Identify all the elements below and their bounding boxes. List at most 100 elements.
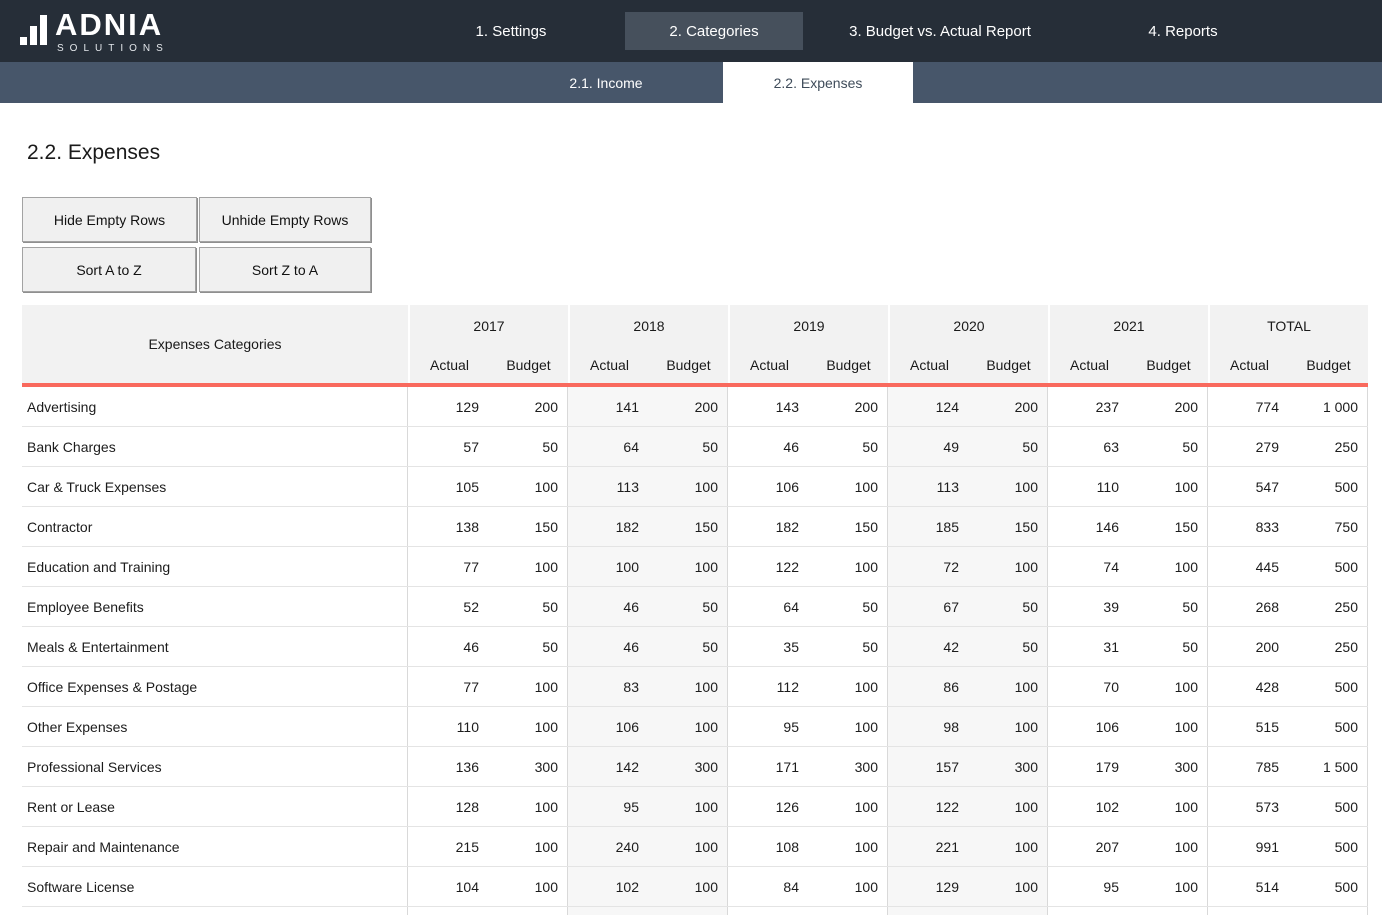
budget-value-cell[interactable]: 100 (488, 547, 568, 586)
actual-value-cell[interactable]: 129 (888, 867, 968, 906)
budget-value-cell[interactable]: 50 (808, 587, 888, 626)
actual-value-cell[interactable]: 95 (568, 787, 648, 826)
budget-value-cell[interactable]: 250 (1288, 587, 1368, 626)
actual-value-cell[interactable]: 129 (408, 387, 488, 426)
budget-value-cell[interactable]: 50 (1128, 587, 1208, 626)
actual-value-cell[interactable]: 122 (888, 787, 968, 826)
budget-value-cell[interactable]: 50 (648, 587, 728, 626)
actual-value-cell[interactable]: 100 (568, 547, 648, 586)
category-cell[interactable]: Professional Services (22, 747, 408, 786)
budget-value-cell[interactable]: 300 (808, 747, 888, 786)
actual-value-cell[interactable]: 46 (728, 427, 808, 466)
budget-value-cell[interactable]: 500 (1288, 867, 1368, 906)
actual-value-cell[interactable]: 215 (408, 827, 488, 866)
budget-value-cell[interactable] (1128, 907, 1208, 915)
actual-value-cell[interactable]: 110 (408, 707, 488, 746)
actual-value-cell[interactable]: 124 (888, 387, 968, 426)
actual-value-cell[interactable] (888, 907, 968, 915)
budget-value-cell[interactable]: 50 (1128, 627, 1208, 666)
budget-value-cell[interactable]: 50 (968, 627, 1048, 666)
actual-value-cell[interactable]: 146 (1048, 507, 1128, 546)
budget-value-cell[interactable]: 50 (488, 427, 568, 466)
budget-value-cell[interactable]: 100 (648, 547, 728, 586)
budget-value-cell[interactable]: 100 (648, 787, 728, 826)
actual-value-cell[interactable]: 833 (1208, 507, 1288, 546)
actual-value-cell[interactable]: 136 (408, 747, 488, 786)
budget-value-cell[interactable] (1288, 907, 1368, 915)
actual-value-cell[interactable]: 83 (568, 667, 648, 706)
budget-value-cell[interactable]: 100 (1128, 667, 1208, 706)
sort-a-to-z-button[interactable]: Sort A to Z (22, 247, 196, 292)
tab-categories[interactable]: 2. Categories (625, 12, 803, 50)
actual-value-cell[interactable]: 200 (1208, 627, 1288, 666)
actual-value-cell[interactable]: 182 (568, 507, 648, 546)
actual-value-cell[interactable] (568, 907, 648, 915)
actual-value-cell[interactable]: 774 (1208, 387, 1288, 426)
actual-value-cell[interactable]: 64 (728, 587, 808, 626)
tab-settings[interactable]: 1. Settings (421, 0, 601, 62)
budget-value-cell[interactable]: 100 (648, 667, 728, 706)
budget-value-cell[interactable]: 100 (1128, 787, 1208, 826)
actual-value-cell[interactable]: 268 (1208, 587, 1288, 626)
actual-value-cell[interactable]: 84 (728, 867, 808, 906)
actual-value-cell[interactable]: 279 (1208, 427, 1288, 466)
budget-value-cell[interactable] (808, 907, 888, 915)
actual-value-cell[interactable]: 72 (888, 547, 968, 586)
actual-value-cell[interactable]: 104 (408, 867, 488, 906)
actual-value-cell[interactable]: 122 (728, 547, 808, 586)
budget-value-cell[interactable]: 100 (488, 467, 568, 506)
budget-value-cell[interactable]: 100 (808, 547, 888, 586)
actual-value-cell[interactable]: 514 (1208, 867, 1288, 906)
budget-value-cell[interactable]: 100 (968, 667, 1048, 706)
actual-value-cell[interactable]: 102 (568, 867, 648, 906)
actual-value-cell[interactable]: 785 (1208, 747, 1288, 786)
unhide-empty-rows-button[interactable]: Unhide Empty Rows (199, 197, 371, 242)
category-cell[interactable]: Contractor (22, 507, 408, 546)
actual-value-cell[interactable] (408, 907, 488, 915)
category-cell[interactable]: Repair and Maintenance (22, 827, 408, 866)
category-cell[interactable]: Software License (22, 867, 408, 906)
budget-value-cell[interactable]: 100 (808, 867, 888, 906)
budget-value-cell[interactable]: 100 (968, 827, 1048, 866)
actual-value-cell[interactable]: 128 (408, 787, 488, 826)
actual-value-cell[interactable]: 95 (1048, 867, 1128, 906)
actual-value-cell[interactable]: 98 (888, 707, 968, 746)
budget-value-cell[interactable] (648, 907, 728, 915)
budget-value-cell[interactable]: 1 000 (1288, 387, 1368, 426)
budget-value-cell[interactable]: 100 (968, 467, 1048, 506)
budget-value-cell[interactable]: 100 (808, 707, 888, 746)
actual-value-cell[interactable]: 547 (1208, 467, 1288, 506)
actual-value-cell[interactable]: 70 (1048, 667, 1128, 706)
budget-value-cell[interactable]: 300 (488, 747, 568, 786)
actual-value-cell[interactable] (1048, 907, 1128, 915)
budget-value-cell[interactable]: 500 (1288, 547, 1368, 586)
actual-value-cell[interactable]: 64 (568, 427, 648, 466)
budget-value-cell[interactable]: 150 (1128, 507, 1208, 546)
actual-value-cell[interactable]: 77 (408, 667, 488, 706)
budget-value-cell[interactable]: 100 (968, 547, 1048, 586)
budget-value-cell[interactable]: 100 (968, 707, 1048, 746)
actual-value-cell[interactable]: 185 (888, 507, 968, 546)
budget-value-cell[interactable]: 50 (808, 627, 888, 666)
actual-value-cell[interactable]: 428 (1208, 667, 1288, 706)
actual-value-cell[interactable]: 106 (568, 707, 648, 746)
actual-value-cell[interactable]: 106 (1048, 707, 1128, 746)
budget-value-cell[interactable]: 200 (648, 387, 728, 426)
actual-value-cell[interactable]: 77 (408, 547, 488, 586)
budget-value-cell[interactable]: 100 (968, 867, 1048, 906)
budget-value-cell[interactable]: 500 (1288, 667, 1368, 706)
budget-value-cell[interactable]: 300 (648, 747, 728, 786)
tab-budget-vs-actual-report[interactable]: 3. Budget vs. Actual Report (820, 0, 1060, 62)
budget-value-cell[interactable]: 500 (1288, 827, 1368, 866)
actual-value-cell[interactable]: 141 (568, 387, 648, 426)
budget-value-cell[interactable]: 100 (1128, 867, 1208, 906)
actual-value-cell[interactable]: 142 (568, 747, 648, 786)
budget-value-cell[interactable] (488, 907, 568, 915)
budget-value-cell[interactable]: 250 (1288, 627, 1368, 666)
budget-value-cell[interactable]: 150 (488, 507, 568, 546)
actual-value-cell[interactable]: 240 (568, 827, 648, 866)
actual-value-cell[interactable]: 112 (728, 667, 808, 706)
budget-value-cell[interactable]: 200 (488, 387, 568, 426)
category-cell[interactable]: Education and Training (22, 547, 408, 586)
actual-value-cell[interactable]: 46 (568, 627, 648, 666)
